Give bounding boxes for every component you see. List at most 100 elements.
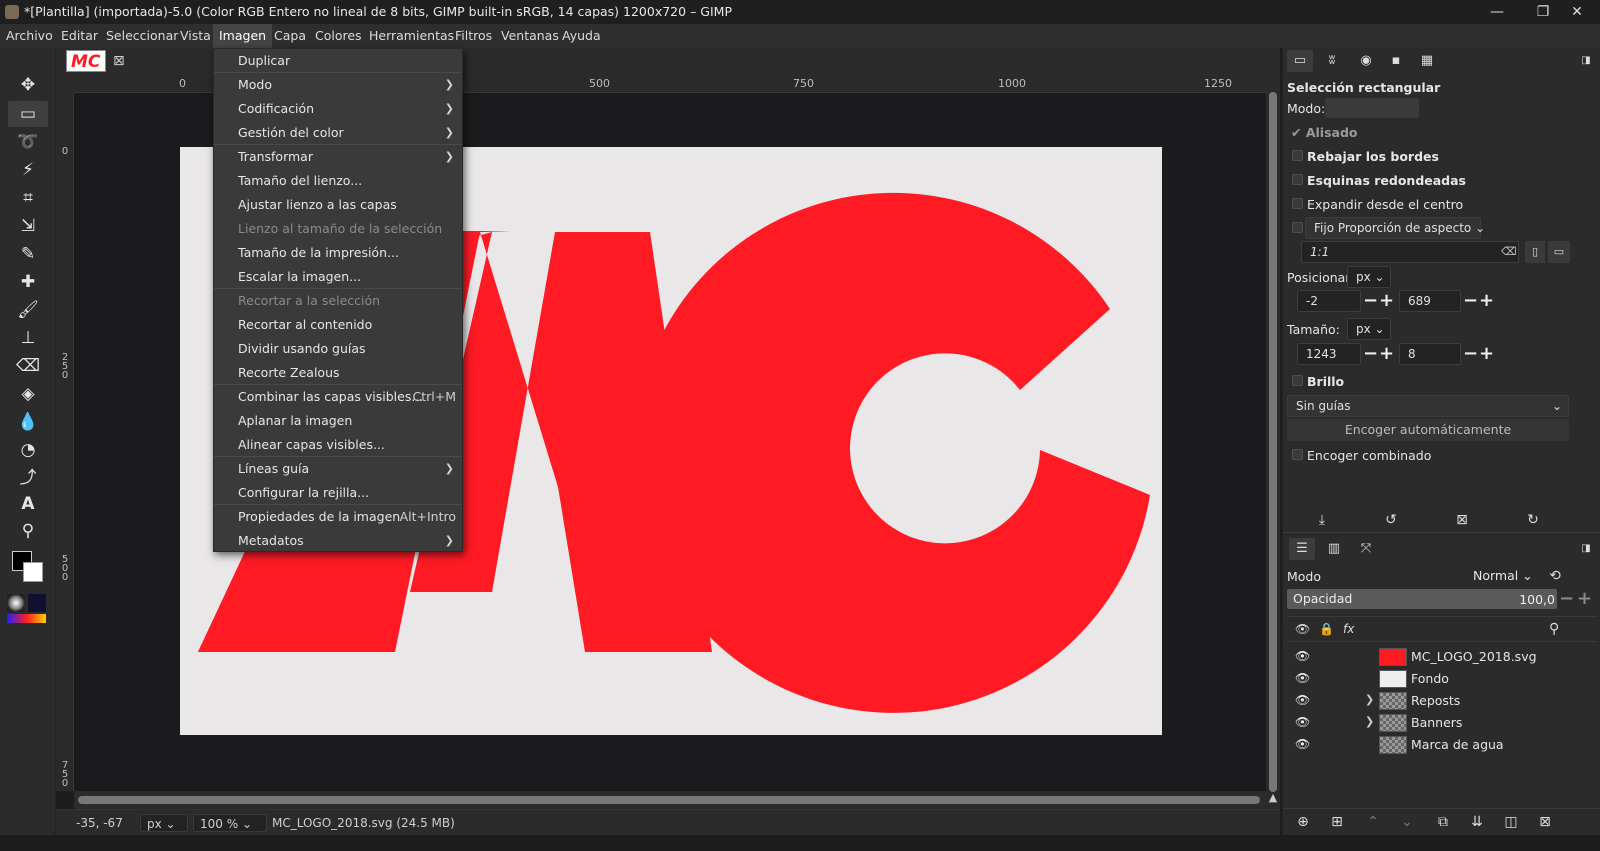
size-h-decrease[interactable]: − xyxy=(1463,343,1478,365)
background-color-swatch[interactable] xyxy=(23,562,43,582)
menu-item-propiedades[interactable]: Propiedades de la imagen Alt+Intro xyxy=(214,505,462,529)
menu-item-gestion-color[interactable]: Gestión del color ❯ xyxy=(214,121,462,145)
clone-tool-icon[interactable]: ⊥ xyxy=(8,325,48,351)
raise-layer-icon[interactable]: ⌃ xyxy=(1361,810,1385,834)
menu-item-transformar[interactable]: Transformar ❯ xyxy=(214,145,462,169)
menu-capa[interactable]: Capa xyxy=(268,24,312,48)
fuzzy-select-tool-icon[interactable]: ⚡ xyxy=(8,157,48,183)
position-unit-select[interactable]: px ⌄ xyxy=(1347,266,1391,288)
menu-item-ajustar-lienzo[interactable]: Ajustar lienzo a las capas xyxy=(214,193,462,217)
horizontal-scrollbar[interactable] xyxy=(74,791,1266,809)
size-h-increase[interactable]: + xyxy=(1479,343,1494,365)
delete-layer-icon[interactable]: ⊠ xyxy=(1533,810,1557,834)
channels-tab-icon[interactable]: ▥ xyxy=(1321,538,1347,560)
paths-tab-icon[interactable]: ⤧ xyxy=(1353,538,1379,560)
menu-item-lienzo-seleccion[interactable]: Lienzo al tamaño de la selección xyxy=(214,217,462,241)
layer-visibility-icon[interactable]: 👁 xyxy=(1295,715,1310,729)
merge-layer-icon[interactable]: ⇊ xyxy=(1465,810,1489,834)
pos-x-increase[interactable]: + xyxy=(1379,290,1394,312)
feather-checkbox[interactable] xyxy=(1292,150,1303,161)
save-options-icon[interactable]: ⤓ xyxy=(1310,508,1334,532)
gradient-preview-icon[interactable] xyxy=(7,614,46,623)
opacity-slider[interactable]: Opacidad 100,0 xyxy=(1287,589,1557,609)
pos-y-input[interactable]: 689 xyxy=(1399,290,1461,312)
pos-y-increase[interactable]: + xyxy=(1479,290,1494,312)
layer-visibility-icon[interactable]: 👁 xyxy=(1295,693,1310,707)
menu-item-recortar-seleccion[interactable]: Recortar a la selección xyxy=(214,289,462,313)
opacity-increase[interactable]: + xyxy=(1577,588,1592,610)
menu-item-modo[interactable]: Modo ❯ xyxy=(214,73,462,97)
menu-item-tamano-lienzo[interactable]: Tamaño del lienzo... xyxy=(214,169,462,193)
opacity-decrease[interactable]: − xyxy=(1559,588,1574,610)
menu-item-codificacion[interactable]: Codificación ❯ xyxy=(214,97,462,121)
antialias-check[interactable]: ✔ Alisado xyxy=(1291,125,1357,140)
transform-tool-icon[interactable]: ⇲ xyxy=(8,213,48,239)
menu-item-recorte-zealous[interactable]: Recorte Zealous xyxy=(214,361,462,385)
layer-visibility-icon[interactable]: 👁 xyxy=(1295,649,1310,663)
fixed-checkbox[interactable] xyxy=(1292,222,1303,233)
paintbrush-tool-icon[interactable]: 🖌 xyxy=(8,297,48,323)
duplicate-layer-icon[interactable]: ⧉ xyxy=(1431,810,1455,834)
expand-group-icon[interactable]: ❯ xyxy=(1365,693,1374,706)
minimize-button[interactable]: — xyxy=(1474,0,1520,24)
pos-x-decrease[interactable]: − xyxy=(1363,290,1378,312)
portrait-icon[interactable]: ▯ xyxy=(1525,241,1545,263)
gradients-tab-icon[interactable]: ▦ xyxy=(1414,50,1440,72)
layer-row[interactable]: 👁 ❯ Banners xyxy=(1287,712,1597,734)
menu-ventanas[interactable]: Ventanas xyxy=(495,24,565,48)
layer-row[interactable]: 👁 Marca de agua xyxy=(1287,734,1597,756)
mask-layer-icon[interactable]: ◫ xyxy=(1499,810,1523,834)
brush-preview-icon[interactable] xyxy=(7,594,25,612)
size-w-increase[interactable]: + xyxy=(1379,343,1394,365)
layer-visibility-icon[interactable]: 👁 xyxy=(1295,737,1310,751)
brushes-tab-icon[interactable]: ◉ xyxy=(1353,50,1379,72)
close-window-button[interactable]: ✕ xyxy=(1554,0,1600,24)
zoom-select[interactable]: 100 % ⌄ xyxy=(193,814,267,832)
dodge-tool-icon[interactable]: ◔ xyxy=(8,437,48,463)
dock-menu-icon[interactable]: ◨ xyxy=(1573,50,1599,72)
menu-item-tamano-impresion[interactable]: Tamaño de la impresión... xyxy=(214,241,462,265)
menu-item-lineas-guia[interactable]: Líneas guía ❯ xyxy=(214,457,462,481)
devices-tab-icon[interactable]: ʬ xyxy=(1319,50,1345,72)
close-tab-icon[interactable]: ⊠ xyxy=(113,53,125,69)
pos-x-input[interactable]: -2 xyxy=(1297,290,1361,312)
layer-row[interactable]: 👁 ❯ Reposts xyxy=(1287,690,1597,712)
vertical-scrollbar[interactable] xyxy=(1266,76,1280,809)
layer-row[interactable]: 👁 Fondo xyxy=(1287,668,1597,690)
unit-select[interactable]: px ⌄ xyxy=(140,814,188,832)
menu-herramientas[interactable]: Herramientas xyxy=(363,24,460,48)
rounded-checkbox[interactable] xyxy=(1292,174,1303,185)
navigate-icon[interactable]: ▲ xyxy=(1266,791,1280,809)
composite-mode-icon[interactable]: ⟲ xyxy=(1541,565,1569,587)
layer-row[interactable]: 👁 MC_LOGO_2018.svg xyxy=(1287,646,1597,668)
highlight-checkbox[interactable] xyxy=(1292,375,1303,386)
landscape-icon[interactable]: ▭ xyxy=(1548,241,1570,263)
menu-ayuda[interactable]: Ayuda xyxy=(556,24,607,48)
tool-options-tab-icon[interactable]: ▭ xyxy=(1287,50,1313,72)
paths-tool-icon[interactable]: ⤴ xyxy=(8,465,48,491)
menu-archivo[interactable]: Archivo xyxy=(0,24,59,48)
image-tab-thumbnail[interactable]: MC xyxy=(66,50,106,72)
color-picker-tool-icon[interactable]: ✎ xyxy=(8,241,48,267)
size-h-input[interactable]: 8 xyxy=(1399,343,1461,365)
menu-editar[interactable]: Editar xyxy=(55,24,104,48)
expand-checkbox[interactable] xyxy=(1292,198,1303,209)
heal-tool-icon[interactable]: ✚ xyxy=(8,269,48,295)
delete-options-icon[interactable]: ⊠ xyxy=(1450,508,1474,532)
autoshrink-button[interactable]: Encoger automáticamente xyxy=(1287,419,1569,441)
visibility-header-icon[interactable]: 👁 xyxy=(1295,622,1310,636)
vertical-scroll-thumb[interactable] xyxy=(1269,92,1277,792)
horizontal-scroll-thumb[interactable] xyxy=(78,796,1260,804)
fx-header-icon[interactable]: fx xyxy=(1343,622,1354,636)
menu-item-aplanar[interactable]: Aplanar la imagen xyxy=(214,409,462,433)
menu-item-dividir-guias[interactable]: Dividir usando guías xyxy=(214,337,462,361)
restore-options-icon[interactable]: ↺ xyxy=(1379,508,1403,532)
layers-dock-menu-icon[interactable]: ◨ xyxy=(1573,538,1599,560)
layer-mode-select[interactable]: Normal ⌄ xyxy=(1473,565,1537,587)
expand-group-icon[interactable]: ❯ xyxy=(1365,715,1374,728)
layers-tab-icon[interactable]: ☰ xyxy=(1289,538,1315,560)
menu-filtros[interactable]: Filtros xyxy=(449,24,498,48)
fixed-select[interactable]: Fijo Proporción de aspecto ⌄ xyxy=(1305,217,1485,239)
menu-vista[interactable]: Vista xyxy=(174,24,217,48)
bucket-fill-tool-icon[interactable]: ◈ xyxy=(8,381,48,407)
